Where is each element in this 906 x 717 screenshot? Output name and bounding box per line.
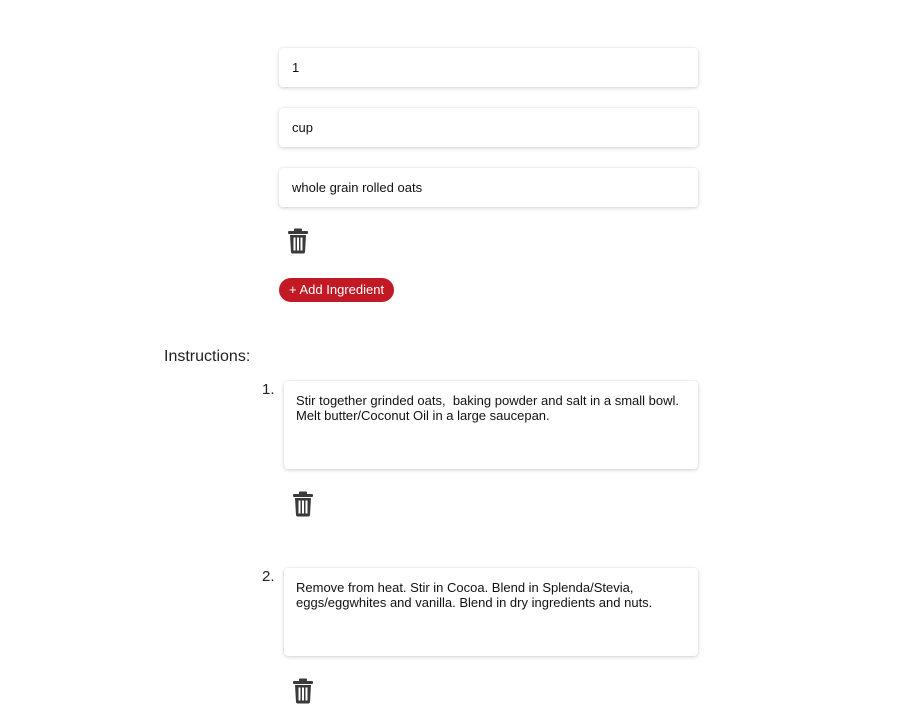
- recipe-editor: + Add Ingredient Instructions: 1. Stir t…: [0, 0, 906, 717]
- ingredient-unit-input[interactable]: [279, 108, 698, 147]
- delete-ingredient-button[interactable]: [287, 228, 309, 254]
- instruction-step-textarea[interactable]: Stir together grinded oats, baking powde…: [284, 381, 698, 469]
- trash-icon: [293, 678, 313, 704]
- trash-icon: [288, 228, 308, 254]
- trash-icon: [293, 491, 313, 517]
- instructions-label: Instructions:: [164, 348, 251, 365]
- add-ingredient-button[interactable]: + Add Ingredient: [279, 278, 395, 302]
- step-number: 1.: [262, 381, 275, 398]
- instruction-step-textarea[interactable]: Remove from heat. Stir in Cocoa. Blend i…: [284, 568, 698, 656]
- delete-step-button[interactable]: [292, 678, 314, 704]
- ingredient-name-input[interactable]: [279, 168, 698, 207]
- delete-step-button[interactable]: [292, 491, 314, 517]
- step-number: 2.: [262, 568, 275, 585]
- ingredient-quantity-input[interactable]: [279, 48, 698, 87]
